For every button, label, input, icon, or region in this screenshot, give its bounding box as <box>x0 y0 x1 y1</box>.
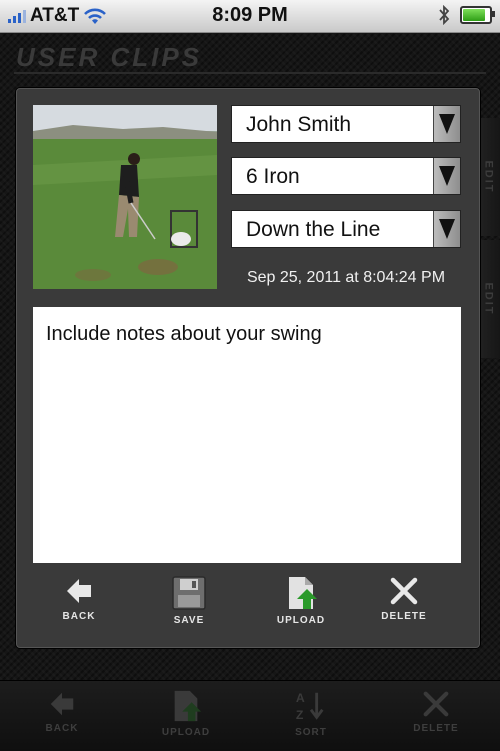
toolbar-sort-label: SORT <box>295 727 327 738</box>
delete-x-icon <box>423 691 449 717</box>
chevron-down-icon[interactable] <box>433 158 460 194</box>
battery-level <box>463 9 485 21</box>
status-bar: AT&T 8:09 PM <box>0 0 500 33</box>
edit-tab-bottom[interactable]: EDIT <box>477 240 500 358</box>
sort-az-icon: A Z <box>296 691 324 722</box>
screen-title: USER CLIPS <box>16 42 203 72</box>
upload-icon <box>174 690 202 722</box>
back-arrow-icon <box>50 692 74 716</box>
back-arrow-icon <box>67 579 91 603</box>
clip-details-panel: John Smith 6 Iron Down the Line Sep 25, … <box>16 88 480 648</box>
clip-thumbnail[interactable] <box>33 105 217 289</box>
save-button[interactable]: SAVE <box>144 575 234 626</box>
floppy-disk-icon <box>172 576 206 610</box>
toolbar-back-button[interactable]: BACK <box>17 689 107 734</box>
delete-button[interactable]: DELETE <box>359 575 449 622</box>
status-time: 8:09 PM <box>212 4 288 26</box>
notes-placeholder: Include notes about your swing <box>46 323 322 345</box>
svg-text:A: A <box>296 691 306 705</box>
club-value: 6 Iron <box>246 165 300 188</box>
edit-tab-top[interactable]: EDIT <box>477 118 500 236</box>
view-value: Down the Line <box>246 218 381 241</box>
delete-label: DELETE <box>381 611 427 622</box>
upload-button[interactable]: UPLOAD <box>256 575 346 626</box>
player-dropdown[interactable]: John Smith <box>231 105 461 143</box>
clip-timestamp: Sep 25, 2011 at 8:04:24 PM <box>246 269 446 286</box>
bluetooth-icon <box>439 5 450 25</box>
chevron-down-icon[interactable] <box>433 106 460 142</box>
player-value: John Smith <box>246 113 352 136</box>
toolbar-upload-label: UPLOAD <box>161 727 211 738</box>
bottom-toolbar: BACK UPLOAD A Z SORT DELETE <box>0 680 500 751</box>
upload-label: UPLOAD <box>276 615 326 626</box>
back-label: BACK <box>62 611 96 622</box>
delete-x-icon <box>390 577 418 605</box>
battery-icon <box>460 6 495 24</box>
view-dropdown[interactable]: Down the Line <box>231 210 461 248</box>
title-divider <box>14 72 486 74</box>
back-button[interactable]: BACK <box>34 575 124 622</box>
golf-swing-video-thumbnail <box>33 105 217 289</box>
club-dropdown[interactable]: 6 Iron <box>231 157 461 195</box>
notes-field[interactable]: Include notes about your swing <box>33 307 461 563</box>
toolbar-upload-button[interactable]: UPLOAD <box>141 689 231 738</box>
chevron-down-icon[interactable] <box>433 211 460 247</box>
toolbar-back-label: BACK <box>45 723 79 734</box>
clip-actions: BACK SAVE UPLOAD DELETE <box>17 575 479 641</box>
edit-tab-label: EDIT <box>483 282 495 316</box>
toolbar-delete-label: DELETE <box>413 723 459 734</box>
svg-text:Z: Z <box>296 708 304 722</box>
toolbar-delete-button[interactable]: DELETE <box>391 689 481 734</box>
save-label: SAVE <box>173 615 205 626</box>
upload-icon <box>289 577 317 609</box>
toolbar-sort-button[interactable]: A Z SORT <box>266 689 356 738</box>
edit-tab-label: EDIT <box>483 160 495 194</box>
